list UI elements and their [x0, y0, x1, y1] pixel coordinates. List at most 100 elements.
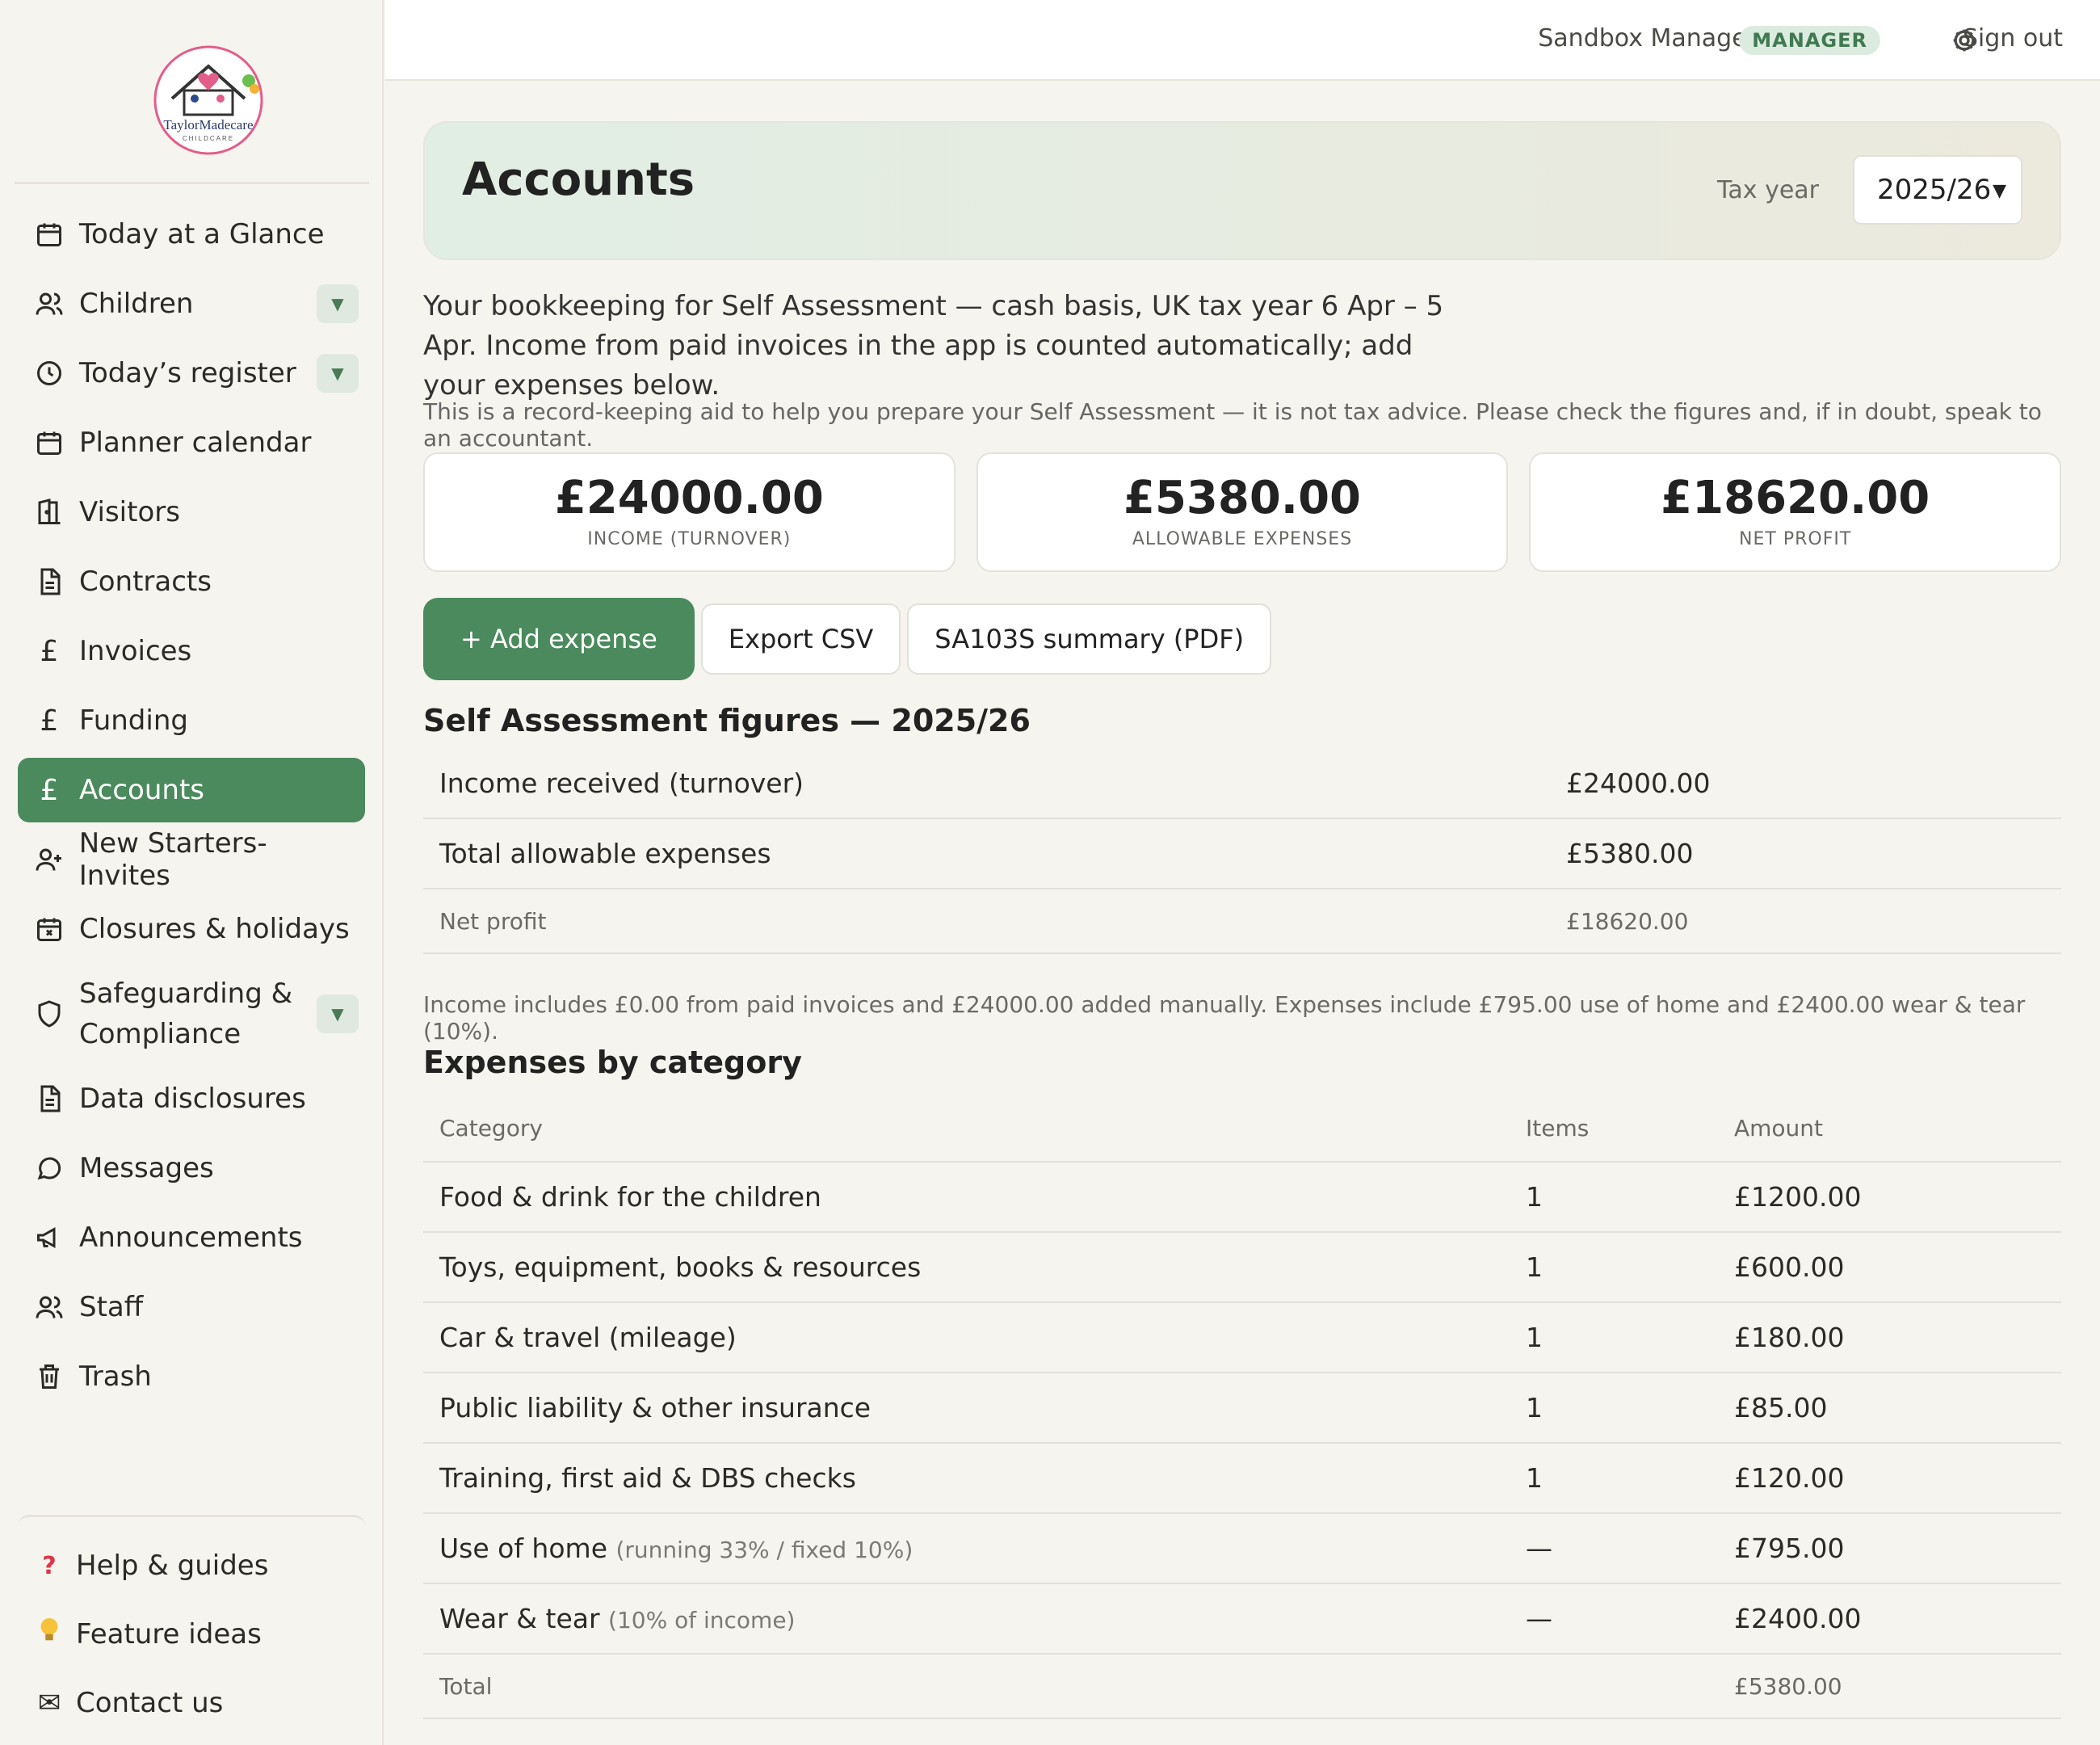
cell-category: Training, first aid & DBS checks [423, 1443, 1510, 1514]
stat-value: £18620.00 [1661, 472, 1930, 524]
expenses-heading: Expenses by category [423, 1045, 802, 1080]
category-label: Public liability & other insurance [439, 1392, 872, 1423]
sign-out-link[interactable]: Sign out [1963, 24, 2063, 53]
stat-label: INCOME (TURNOVER) [587, 529, 792, 549]
category-detail: (10% of income) [608, 1607, 796, 1634]
role-badge: MANAGER [1739, 26, 1880, 55]
column-header: Category [423, 1095, 1510, 1163]
tax-year-label: Tax year [1717, 176, 1819, 204]
sa-figures-table: Income received (turnover) £24000.00 Tot… [423, 748, 2061, 954]
user-plus-icon [34, 844, 65, 875]
table-row: Wear & tear (10% of income) — £2400.00 [423, 1583, 2061, 1655]
sidebar-item-announcements[interactable]: Announcements [18, 1205, 365, 1270]
category-detail: (running 33% / fixed 10%) [615, 1537, 914, 1563]
cell-items: 1 [1510, 1162, 1718, 1233]
column-header: Amount [1718, 1095, 2061, 1163]
sidebar-item-help[interactable]: ? Help & guides [18, 1533, 365, 1598]
sidebar-item-visitors[interactable]: Visitors [18, 480, 365, 545]
sidebar-item-today[interactable]: Today at a Glance [18, 202, 365, 267]
sidebar-item-label: Contracts [79, 566, 212, 598]
income-note: Income includes £0.00 from paid invoices… [423, 991, 2026, 1045]
sidebar-item-invoices[interactable]: £ Invoices [18, 619, 365, 683]
total-label: Total [423, 1654, 1510, 1719]
cell-category: Public liability & other insurance [423, 1373, 1510, 1444]
cell-amount: £120.00 [1718, 1443, 2061, 1514]
cell-category: Toys, equipment, books & resources [423, 1232, 1510, 1303]
stat-label: NET PROFIT [1739, 529, 1852, 549]
sidebar-item-label: Visitors [79, 496, 180, 528]
sidebar-item-contact[interactable]: ✉ Contact us [18, 1671, 365, 1735]
brand-logo[interactable]: TaylorMadecare CHILDCARE [140, 42, 277, 155]
sidebar-item-closures[interactable]: Closures & holidays [18, 897, 365, 961]
cell-items: 1 [1510, 1443, 1718, 1514]
expand-register-button[interactable]: ▼ [317, 354, 359, 393]
cell-category: Wear & tear (10% of income) [423, 1583, 1510, 1655]
sidebar-item-label: Planner calendar [79, 427, 312, 459]
row-value: £18620.00 [1550, 889, 2061, 954]
sidebar-item-messages[interactable]: Messages [18, 1136, 365, 1200]
sidebar-item-funding[interactable]: £ Funding [18, 688, 365, 753]
sidebar-item-contracts[interactable]: Contracts [18, 549, 365, 614]
sidebar-item-planner[interactable]: Planner calendar [18, 410, 365, 475]
category-label: Wear & tear [439, 1603, 600, 1634]
category-label: Car & travel (mileage) [439, 1322, 737, 1353]
stat-income: £24000.00 INCOME (TURNOVER) [423, 452, 956, 572]
disclaimer-text: This is a record-keeping aid to help you… [423, 398, 2042, 452]
cell-amount: £600.00 [1718, 1232, 2061, 1303]
sidebar-item-label: Data disclosures [79, 1083, 306, 1115]
cell-items: — [1510, 1513, 1718, 1584]
cell-items: — [1510, 1583, 1718, 1655]
chevron-down-icon: ▼ [1993, 181, 2006, 201]
tax-year-value: 2025/26 [1877, 174, 1992, 206]
total-value: £5380.00 [1718, 1654, 2061, 1719]
sidebar: TaylorMadecare CHILDCARE Today at a Glan… [0, 0, 384, 1745]
calendar-icon [34, 219, 65, 250]
expand-children-button[interactable]: ▼ [317, 284, 359, 323]
sidebar-item-label: Accounts [79, 774, 204, 806]
sidebar-item-label: Today’s register [79, 357, 296, 389]
megaphone-icon [34, 1222, 65, 1253]
sidebar-item-data-disclosures[interactable]: Data disclosures [18, 1066, 365, 1131]
table-total-row: Total £5380.00 [423, 1654, 2061, 1719]
row-value: £24000.00 [1550, 748, 2061, 819]
user-name: Sandbox Manager [1538, 24, 1757, 53]
question-icon: ? [42, 1551, 57, 1580]
sidebar-item-children[interactable]: Children ▼ [18, 271, 365, 336]
stat-net-profit: £18620.00 NET PROFIT [1529, 452, 2062, 572]
sa103s-summary-button[interactable]: SA103S summary (PDF) [907, 603, 1272, 675]
cell-items: 1 [1510, 1302, 1718, 1373]
expenses-table: Category Items Amount Food & drink for t… [423, 1095, 2061, 1719]
sidebar-item-staff[interactable]: Staff [18, 1275, 365, 1339]
logo-wordmark: TaylorMadecare [163, 117, 253, 132]
sidebar-item-label: Staff [79, 1291, 144, 1323]
sidebar-item-new-starters[interactable]: New Starters- Invites [18, 827, 365, 892]
sidebar-item-register[interactable]: Today’s register ▼ [18, 341, 365, 406]
tax-year-select[interactable]: 2025/26 ▼ [1853, 155, 2022, 225]
cell-amount: £180.00 [1718, 1302, 2061, 1373]
table-row: Training, first aid & DBS checks 1 £120.… [423, 1443, 2061, 1514]
users-icon [34, 288, 65, 319]
sidebar-item-label: Children [79, 288, 194, 320]
row-label: Income received (turnover) [423, 748, 1550, 819]
clock-icon [34, 358, 65, 389]
sidebar-item-trash[interactable]: Trash [18, 1344, 365, 1409]
main-content: Accounts Tax year 2025/26 ▼ Your bookkee… [423, 121, 2062, 1719]
cell-items: 1 [1510, 1373, 1718, 1444]
intro-text: Your bookkeeping for Self Assessment — c… [423, 290, 1444, 402]
sidebar-item-label: Invoices [79, 635, 192, 667]
cell-category: Car & travel (mileage) [423, 1302, 1510, 1373]
action-bar: + Add expense Export CSV SA103S summary … [423, 598, 1272, 680]
sidebar-item-feature-ideas[interactable]: Feature ideas [18, 1602, 365, 1667]
export-csv-button[interactable]: Export CSV [700, 603, 901, 675]
table-row: Total allowable expenses £5380.00 [423, 818, 2061, 889]
expand-safeguarding-button[interactable]: ▼ [317, 994, 359, 1033]
row-value: £5380.00 [1550, 818, 2061, 889]
add-expense-button[interactable]: + Add expense [423, 598, 695, 680]
sidebar-footer: ? Help & guides Feature ideas ✉ Contact … [18, 1515, 365, 1739]
table-row: Food & drink for the children 1 £1200.00 [423, 1162, 2061, 1233]
sidebar-item-label: Trash [79, 1360, 152, 1393]
stat-expenses: £5380.00 ALLOWABLE EXPENSES [976, 452, 1509, 572]
sidebar-item-accounts[interactable]: £ Accounts [18, 758, 365, 822]
table-row: Use of home (running 33% / fixed 10%) — … [423, 1513, 2061, 1584]
sidebar-item-safeguarding[interactable]: Safeguarding & Compliance ▼ [18, 966, 365, 1062]
